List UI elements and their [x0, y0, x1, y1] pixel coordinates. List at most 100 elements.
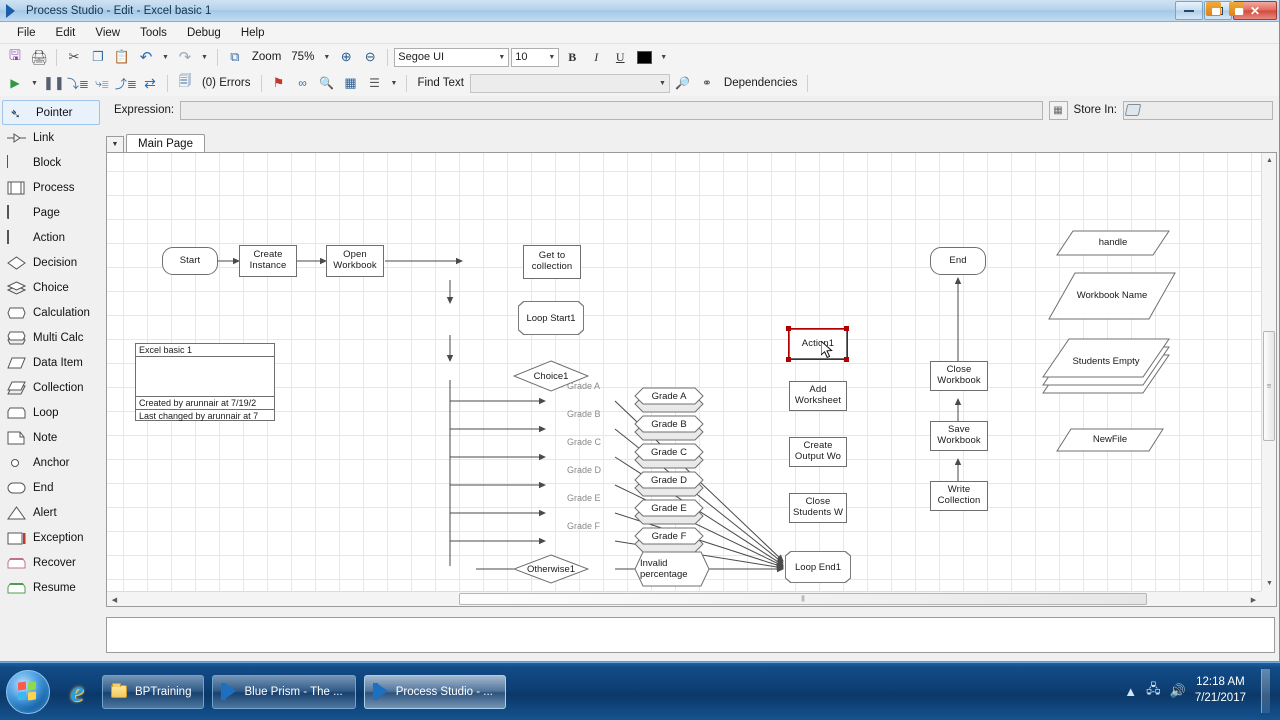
node-end[interactable]: End: [930, 247, 986, 275]
font-color-dropdown-icon[interactable]: ▼: [657, 54, 670, 61]
scroll-right-icon[interactable]: ▶: [1246, 592, 1261, 607]
palette-item-action[interactable]: Action: [0, 225, 104, 250]
palette-item-link[interactable]: Link: [0, 125, 104, 150]
horizontal-scroll-thumb[interactable]: ⦀: [459, 593, 1147, 605]
palette-item-process[interactable]: Process: [0, 175, 104, 200]
palette-item-collection[interactable]: Collection: [0, 375, 104, 400]
selection-handle-br[interactable]: [844, 357, 849, 362]
node-close-students-workbook[interactable]: Close Students W: [789, 493, 847, 523]
store-in-input[interactable]: [1123, 101, 1273, 120]
data-item-newfile[interactable]: NewFile: [1055, 427, 1165, 453]
page-tab-dropdown-icon[interactable]: ▼: [106, 136, 124, 153]
zoom-out-icon[interactable]: ⊖: [359, 47, 381, 68]
palette-item-pointer[interactable]: ➴ Pointer: [2, 100, 100, 125]
data-item-handle[interactable]: handle: [1055, 229, 1171, 257]
palette-item-anchor[interactable]: Anchor: [0, 450, 104, 475]
underline-button[interactable]: U: [609, 47, 631, 68]
palette-item-page[interactable]: Page: [0, 200, 104, 225]
node-grade-e[interactable]: Grade E: [634, 499, 704, 525]
clock[interactable]: 12:18 AM 7/21/2017: [1195, 675, 1246, 706]
palette-item-exception[interactable]: Exception: [0, 525, 104, 550]
run-button[interactable]: ▶: [4, 73, 26, 94]
process-info-box[interactable]: Excel basic 1 Created by arunnair at 7/1…: [135, 343, 275, 421]
show-desktop-button[interactable]: [1261, 669, 1270, 713]
chain-icon[interactable]: ∞: [292, 73, 314, 94]
taskbar-button-bptraining[interactable]: BPTraining: [102, 675, 204, 709]
selection-handle-tl[interactable]: [786, 326, 791, 331]
node-otherwise1[interactable]: Otherwise1: [513, 554, 589, 584]
minimize-button[interactable]: [1175, 1, 1203, 20]
palette-item-resume[interactable]: Resume: [0, 575, 104, 600]
menu-help[interactable]: Help: [232, 24, 274, 42]
bold-button[interactable]: B: [561, 47, 583, 68]
font-color-button[interactable]: [633, 47, 655, 68]
font-name-combo[interactable]: Segoe UI ▼: [394, 48, 509, 67]
pause-button[interactable]: ❚❚: [43, 73, 65, 94]
taskbar-button-blue-prism[interactable]: Blue Prism - The ...: [212, 675, 355, 709]
node-create-instance[interactable]: Create Instance: [239, 245, 297, 277]
scroll-up-icon[interactable]: ▲: [1262, 153, 1277, 168]
selection-handle-tr[interactable]: [844, 326, 849, 331]
find-icon[interactable]: 🔍: [316, 73, 338, 94]
taskbar-button-process-studio[interactable]: Process Studio - ...: [364, 675, 506, 709]
copy-button[interactable]: ❐: [87, 47, 109, 68]
node-save-workbook[interactable]: Save Workbook: [930, 421, 988, 451]
step-button[interactable]: ⤵≣: [67, 73, 89, 94]
node-loop-end[interactable]: Loop End1: [785, 551, 851, 583]
node-grade-a[interactable]: Grade A: [634, 387, 704, 413]
start-button[interactable]: [6, 670, 50, 714]
paste-button[interactable]: 📋: [111, 47, 133, 68]
scroll-left-icon[interactable]: ◀: [107, 592, 122, 607]
data-item-workbook-name[interactable]: Workbook Name: [1047, 271, 1177, 321]
palette-item-choice[interactable]: Choice: [0, 275, 104, 300]
node-open-workbook[interactable]: Open Workbook: [326, 245, 384, 277]
menu-file[interactable]: File: [8, 24, 45, 42]
reset-button[interactable]: ⇄: [139, 73, 161, 94]
palette-item-decision[interactable]: Decision: [0, 250, 104, 275]
diagram-grid[interactable]: Start Create Instance Open Workbook Get …: [107, 153, 1261, 591]
zoom-reset-icon[interactable]: ⧉: [224, 47, 246, 68]
collection-students-empty[interactable]: Students Empty: [1041, 337, 1171, 395]
print-button[interactable]: 🖨: [28, 47, 50, 68]
palette-item-alert[interactable]: Alert: [0, 500, 104, 525]
node-grade-d[interactable]: Grade D: [634, 471, 704, 497]
node-add-worksheet[interactable]: Add Worksheet: [789, 381, 847, 411]
run-dropdown-icon[interactable]: ▼: [28, 80, 41, 87]
notification-icon-1[interactable]: [1206, 2, 1221, 16]
font-size-combo[interactable]: 10 ▼: [511, 48, 559, 67]
zoom-in-icon[interactable]: ⊕: [335, 47, 357, 68]
layout-icon[interactable]: ☰: [364, 73, 386, 94]
redo-button[interactable]: ↷: [174, 47, 196, 68]
internet-explorer-icon[interactable]: e: [60, 675, 94, 709]
errors-label[interactable]: (0) Errors: [198, 77, 255, 89]
palette-item-loop[interactable]: Loop: [0, 400, 104, 425]
find-text-input[interactable]: ▼: [470, 74, 670, 93]
palette-item-calculation[interactable]: Calculation: [0, 300, 104, 325]
node-start[interactable]: Start: [162, 247, 218, 275]
node-grade-c[interactable]: Grade C: [634, 443, 704, 469]
menu-edit[interactable]: Edit: [47, 24, 85, 42]
node-get-to-collection[interactable]: Get to collection: [523, 245, 581, 279]
menu-tools[interactable]: Tools: [131, 24, 176, 42]
node-invalid-percentage[interactable]: Invalid percentage: [634, 551, 710, 587]
grid-icon[interactable]: ▦: [340, 73, 362, 94]
redo-dropdown-icon[interactable]: ▼: [198, 54, 211, 61]
selection-handle-bl[interactable]: [786, 357, 791, 362]
dependencies-icon[interactable]: ⚭: [696, 73, 718, 94]
undo-button[interactable]: ↶: [135, 47, 157, 68]
vertical-scrollbar[interactable]: ▲ ≡ ▼: [1261, 153, 1276, 591]
tab-main-page[interactable]: Main Page: [126, 134, 205, 153]
node-grade-b[interactable]: Grade B: [634, 415, 704, 441]
node-write-collection[interactable]: Write Collection: [930, 481, 988, 511]
cut-button[interactable]: ✂: [63, 47, 85, 68]
vertical-scroll-thumb[interactable]: ≡: [1263, 331, 1275, 441]
flag-icon[interactable]: ⚑: [268, 73, 290, 94]
validate-icon[interactable]: 🗐: [174, 73, 196, 94]
palette-item-multi-calc[interactable]: Multi Calc: [0, 325, 104, 350]
zoom-dropdown-icon[interactable]: ▼: [320, 54, 333, 61]
expression-input[interactable]: [180, 101, 1042, 120]
palette-item-end[interactable]: End: [0, 475, 104, 500]
layout-dropdown-icon[interactable]: ▼: [388, 80, 401, 87]
volume-icon[interactable]: 🔊: [1170, 683, 1186, 699]
horizontal-scrollbar[interactable]: ◀ ⦀ ▶: [107, 591, 1261, 606]
